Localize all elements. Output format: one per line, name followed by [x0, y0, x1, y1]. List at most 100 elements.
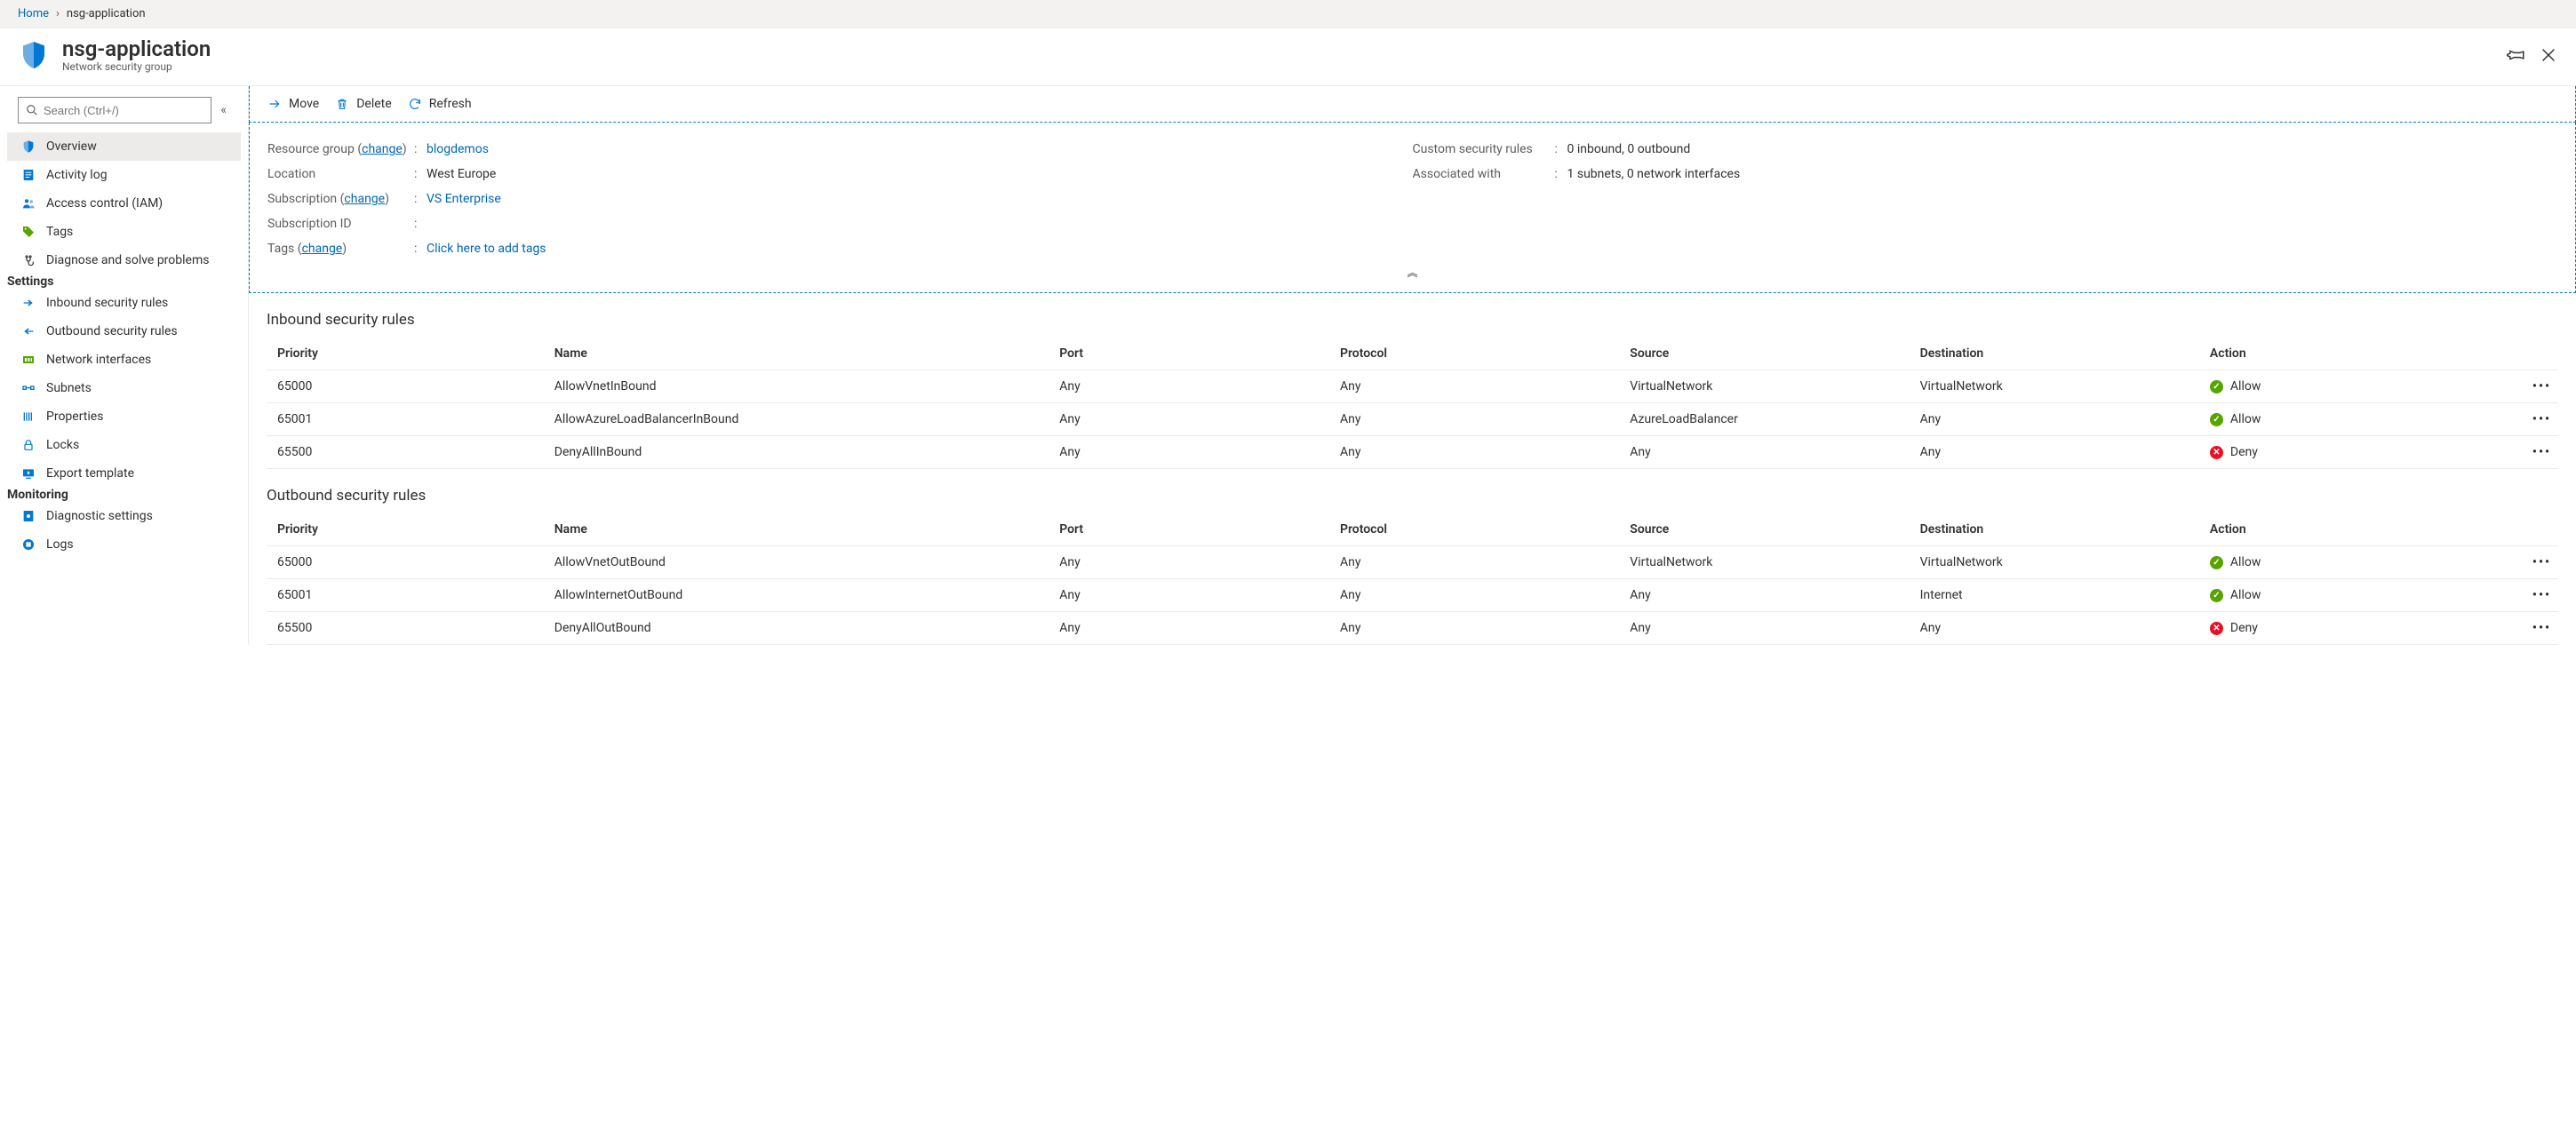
deny-icon: ✕ — [2210, 622, 2223, 635]
sidebar-item-outbound-rules[interactable]: Outbound security rules — [7, 317, 241, 346]
tags-label: Tags (change) — [267, 242, 414, 256]
col-name[interactable]: Name — [547, 513, 1052, 546]
sidebar-item-subnets[interactable]: Subnets — [7, 374, 241, 402]
cell-protocol: Any — [1333, 546, 1623, 579]
collapse-essentials-icon[interactable]: ︽ — [267, 261, 2557, 283]
cell-source: VirtualNetwork — [1623, 370, 1912, 403]
cell-priority: 65500 — [267, 436, 547, 469]
col-source[interactable]: Source — [1623, 338, 1912, 370]
inbound-section-title: Inbound security rules — [249, 293, 2576, 338]
table-row[interactable]: 65000AllowVnetOutBoundAnyAnyVirtualNetwo… — [267, 546, 2558, 579]
breadcrumb: Home › nsg-application — [0, 0, 2576, 28]
cell-protocol: Any — [1333, 403, 1623, 436]
pin-icon[interactable] — [2507, 45, 2526, 65]
sidebar-item-label: Inbound security rules — [46, 296, 168, 310]
sidebar-item-label: Outbound security rules — [46, 324, 178, 338]
cell-action: ✓Allow — [2203, 579, 2465, 612]
row-context-menu-button[interactable]: ••• — [2465, 612, 2558, 645]
sidebar-item-inbound-rules[interactable]: Inbound security rules — [7, 289, 241, 317]
col-action[interactable]: Action — [2203, 513, 2465, 546]
cell-source: VirtualNetwork — [1623, 546, 1912, 579]
table-row[interactable]: 65001AllowAzureLoadBalancerInBoundAnyAny… — [267, 403, 2558, 436]
col-port[interactable]: Port — [1052, 338, 1333, 370]
cell-action: ✕Deny — [2203, 436, 2465, 469]
cell-priority: 65001 — [267, 403, 547, 436]
row-context-menu-button[interactable]: ••• — [2465, 370, 2558, 403]
sidebar-item-access-control[interactable]: Access control (IAM) — [7, 189, 241, 218]
delete-button[interactable]: Delete — [335, 97, 391, 111]
col-name[interactable]: Name — [547, 338, 1052, 370]
sidebar-item-tags[interactable]: Tags — [7, 218, 241, 246]
cell-priority: 65000 — [267, 370, 547, 403]
change-tags-link[interactable]: change — [302, 242, 343, 256]
allow-icon: ✓ — [2210, 413, 2223, 426]
page-subtitle: Network security group — [62, 60, 211, 73]
cell-destination: VirtualNetwork — [1913, 370, 2203, 403]
sidebar-item-label: Export template — [46, 466, 134, 481]
col-priority[interactable]: Priority — [267, 338, 547, 370]
table-row[interactable]: 65000AllowVnetInBoundAnyAnyVirtualNetwor… — [267, 370, 2558, 403]
col-destination[interactable]: Destination — [1913, 338, 2203, 370]
command-bar: Move Delete Refresh — [249, 86, 2576, 123]
cell-destination: VirtualNetwork — [1913, 546, 2203, 579]
col-action[interactable]: Action — [2203, 338, 2465, 370]
cell-action: ✕Deny — [2203, 612, 2465, 645]
collapse-sidebar-icon[interactable]: « — [217, 99, 230, 121]
cell-port: Any — [1052, 546, 1333, 579]
col-port[interactable]: Port — [1052, 513, 1333, 546]
search-field[interactable] — [44, 104, 203, 117]
row-context-menu-button[interactable]: ••• — [2465, 579, 2558, 612]
row-context-menu-button[interactable]: ••• — [2465, 403, 2558, 436]
col-source[interactable]: Source — [1623, 513, 1912, 546]
row-context-menu-button[interactable]: ••• — [2465, 436, 2558, 469]
refresh-button[interactable]: Refresh — [408, 97, 472, 111]
logs-icon — [21, 537, 36, 552]
subscription-id-label: Subscription ID — [267, 217, 414, 231]
col-destination[interactable]: Destination — [1913, 513, 2203, 546]
row-context-menu-button[interactable]: ••• — [2465, 546, 2558, 579]
search-input[interactable] — [18, 97, 211, 123]
trash-icon — [335, 97, 349, 111]
add-tags-link[interactable]: Click here to add tags — [427, 242, 546, 256]
breadcrumb-home-link[interactable]: Home — [18, 7, 49, 20]
move-button[interactable]: Move — [267, 97, 319, 111]
table-row[interactable]: 65001AllowInternetOutBoundAnyAnyAnyInter… — [267, 579, 2558, 612]
col-protocol[interactable]: Protocol — [1333, 513, 1623, 546]
subnets-icon — [21, 381, 36, 395]
table-row[interactable]: 65500DenyAllInBoundAnyAnyAnyAny✕Deny••• — [267, 436, 2558, 469]
cell-priority: 65500 — [267, 612, 547, 645]
close-icon[interactable] — [2539, 45, 2558, 65]
properties-icon — [21, 409, 36, 424]
page-title: nsg-application — [62, 37, 211, 60]
col-protocol[interactable]: Protocol — [1333, 338, 1623, 370]
deny-icon: ✕ — [2210, 446, 2223, 459]
allow-icon: ✓ — [2210, 380, 2223, 394]
change-subscription-link[interactable]: change — [344, 192, 385, 206]
sidebar-item-diagnose[interactable]: Diagnose and solve problems — [7, 246, 241, 274]
allow-icon: ✓ — [2210, 589, 2223, 602]
sidebar-item-locks[interactable]: Locks — [7, 431, 241, 459]
sidebar-item-label: Overview — [46, 139, 97, 154]
sidebar-item-overview[interactable]: Overview — [7, 132, 241, 161]
outbound-rules-table: Priority Name Port Protocol Source Desti… — [267, 513, 2558, 645]
sidebar-item-label: Properties — [46, 409, 103, 424]
col-priority[interactable]: Priority — [267, 513, 547, 546]
sidebar-item-label: Network interfaces — [46, 353, 151, 367]
change-resource-group-link[interactable]: change — [362, 142, 403, 156]
cell-name: DenyAllInBound — [547, 436, 1052, 469]
cell-source: Any — [1623, 436, 1912, 469]
sidebar-item-logs[interactable]: Logs — [7, 530, 241, 559]
resource-group-link[interactable]: blogdemos — [427, 142, 489, 156]
diagnose-icon — [21, 253, 36, 267]
subscription-link[interactable]: VS Enterprise — [427, 192, 501, 206]
sidebar-item-network-interfaces[interactable]: Network interfaces — [7, 346, 241, 374]
sidebar-item-label: Diagnose and solve problems — [46, 253, 209, 267]
sidebar-item-export-template[interactable]: Export template — [7, 459, 241, 488]
sidebar-item-properties[interactable]: Properties — [7, 402, 241, 431]
sidebar-item-diagnostic-settings[interactable]: Diagnostic settings — [7, 502, 241, 530]
delete-label: Delete — [356, 97, 391, 111]
table-row[interactable]: 65500DenyAllOutBoundAnyAnyAnyAny✕Deny••• — [267, 612, 2558, 645]
sidebar-item-activity-log[interactable]: Activity log — [7, 161, 241, 189]
cell-name: AllowVnetInBound — [547, 370, 1052, 403]
cell-port: Any — [1052, 436, 1333, 469]
